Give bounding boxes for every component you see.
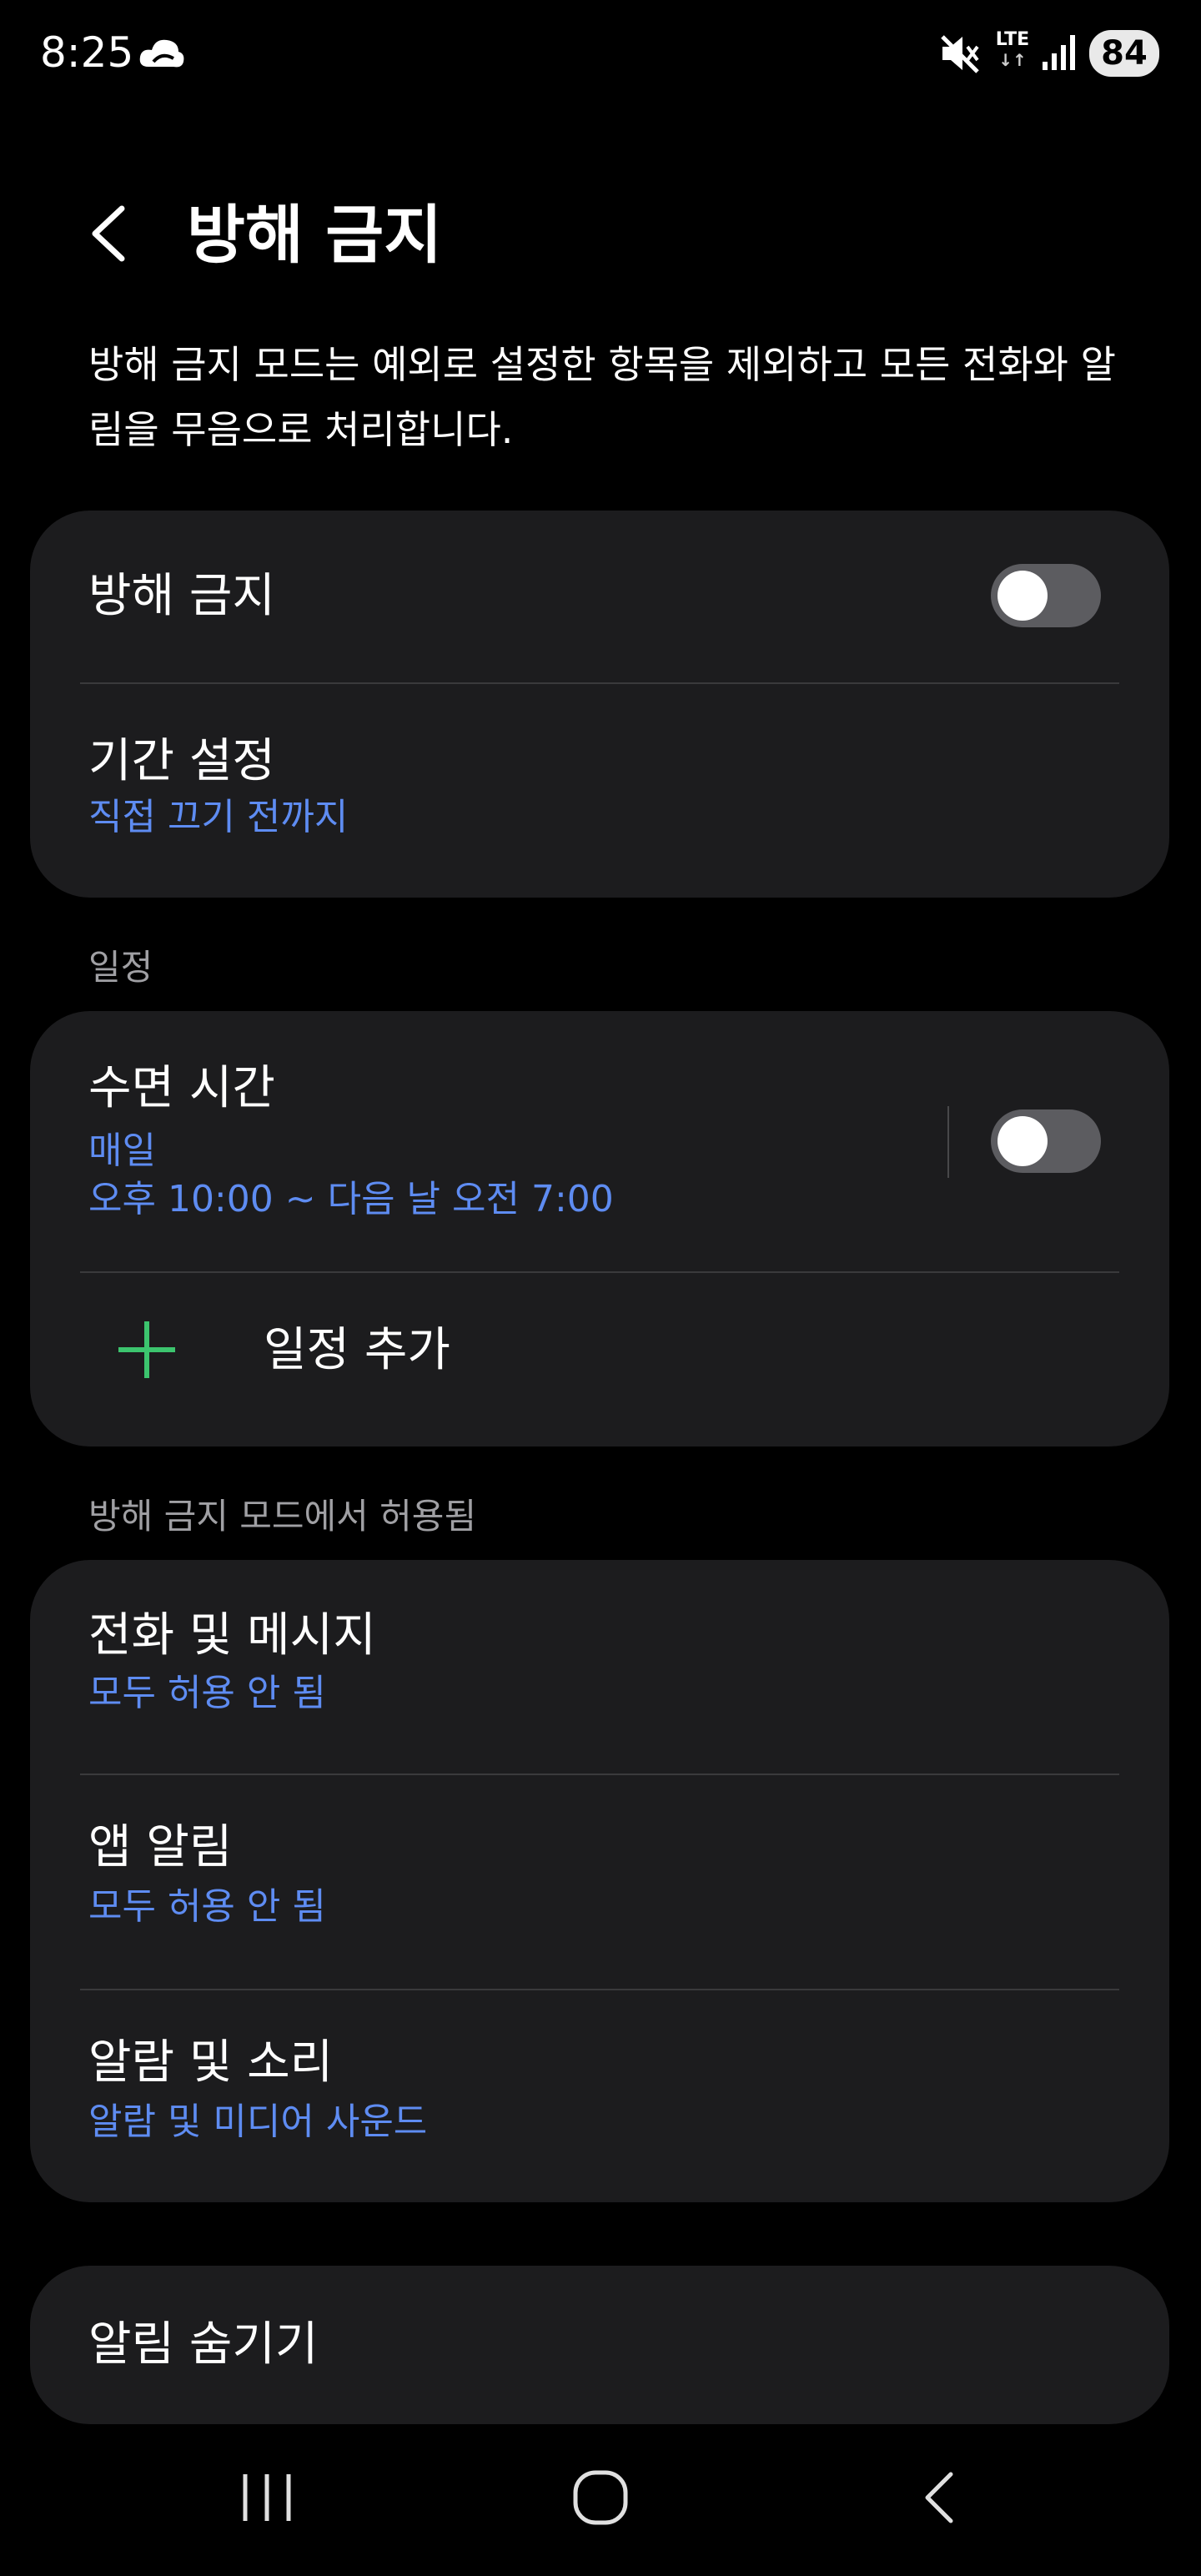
recent-apps-button[interactable] bbox=[234, 2463, 300, 2533]
duration-title: 기간 설정 bbox=[88, 734, 275, 788]
sleep-toggle[interactable] bbox=[991, 1109, 1101, 1173]
calls-messages-row[interactable]: 전화 및 메시지 모두 허용 안 됨 bbox=[30, 1560, 1169, 1774]
page-title: 방해 금지 bbox=[187, 198, 443, 272]
dnd-toggle[interactable] bbox=[991, 564, 1101, 627]
back-chevron-icon bbox=[92, 205, 125, 262]
data-arrows-icon: ↓↑ bbox=[998, 50, 1027, 70]
app-notifications-title: 앱 알림 bbox=[88, 1820, 233, 1874]
sleep-title: 수면 시간 bbox=[88, 1061, 275, 1115]
toggle-knob bbox=[997, 1116, 1048, 1166]
plus-icon bbox=[118, 1321, 175, 1378]
duration-row[interactable]: 기간 설정 직접 끄기 전까지 bbox=[30, 684, 1169, 898]
home-button[interactable] bbox=[565, 2463, 636, 2533]
cloud-icon bbox=[137, 33, 187, 75]
sleep-time: 오후 10:00 ~ 다음 날 오전 7:00 bbox=[88, 1178, 614, 1220]
app-notifications-row[interactable]: 앱 알림 모두 허용 안 됨 bbox=[30, 1775, 1169, 1987]
nav-back-icon bbox=[925, 2472, 953, 2523]
lte-label: LTE bbox=[995, 29, 1030, 50]
lte-indicator: LTE ↓↑ bbox=[992, 30, 1033, 77]
alarms-sounds-value: 알람 및 미디어 사운드 bbox=[88, 2101, 428, 2143]
home-icon bbox=[573, 2470, 628, 2525]
recent-apps-icon bbox=[243, 2474, 291, 2521]
nav-back-button[interactable] bbox=[909, 2463, 969, 2533]
calls-messages-value: 모두 허용 안 됨 bbox=[88, 1672, 326, 1714]
hide-notifications-card[interactable]: 알림 숨기기 bbox=[30, 2266, 1169, 2424]
duration-value: 직접 끄기 전까지 bbox=[88, 796, 349, 838]
alarms-sounds-row[interactable]: 알람 및 소리 알람 및 미디어 사운드 bbox=[30, 1990, 1169, 2202]
back-button[interactable] bbox=[80, 189, 140, 279]
sleep-days: 매일 bbox=[88, 1130, 156, 1172]
signal-icon bbox=[1041, 33, 1078, 72]
allowed-card: 전화 및 메시지 모두 허용 안 됨 앱 알림 모두 허용 안 됨 알람 및 소… bbox=[30, 1560, 1169, 2202]
hide-notifications-title: 알림 숨기기 bbox=[88, 2317, 319, 2372]
page-description: 방해 금지 모드는 예외로 설정한 항목을 제외하고 모든 전화와 알림을 무음… bbox=[88, 342, 1116, 452]
allowed-section-label: 방해 금지 모드에서 허용됨 bbox=[88, 1496, 477, 1537]
dnd-toggle-row[interactable]: 방해 금지 bbox=[30, 511, 1169, 682]
schedule-card: 수면 시간 매일 오후 10:00 ~ 다음 날 오전 7:00 일정 추가 bbox=[30, 1011, 1169, 1446]
status-time: 8:25 bbox=[40, 28, 134, 77]
dnd-label: 방해 금지 bbox=[88, 569, 275, 623]
toggle-knob bbox=[997, 571, 1048, 621]
mute-icon bbox=[939, 30, 981, 77]
alarms-sounds-title: 알람 및 소리 bbox=[88, 2035, 334, 2090]
add-schedule-label: 일정 추가 bbox=[264, 1323, 450, 1377]
dnd-main-card: 방해 금지 기간 설정 직접 끄기 전까지 bbox=[30, 511, 1169, 898]
battery-level: 84 bbox=[1089, 30, 1159, 77]
schedule-section-label: 일정 bbox=[88, 947, 153, 988]
add-schedule-row[interactable]: 일정 추가 bbox=[30, 1273, 1169, 1446]
calls-messages-title: 전화 및 메시지 bbox=[88, 1608, 376, 1663]
vertical-separator bbox=[947, 1106, 949, 1178]
app-notifications-value: 모두 허용 안 됨 bbox=[88, 1885, 326, 1928]
sleep-schedule-row[interactable]: 수면 시간 매일 오후 10:00 ~ 다음 날 오전 7:00 bbox=[30, 1011, 947, 1271]
